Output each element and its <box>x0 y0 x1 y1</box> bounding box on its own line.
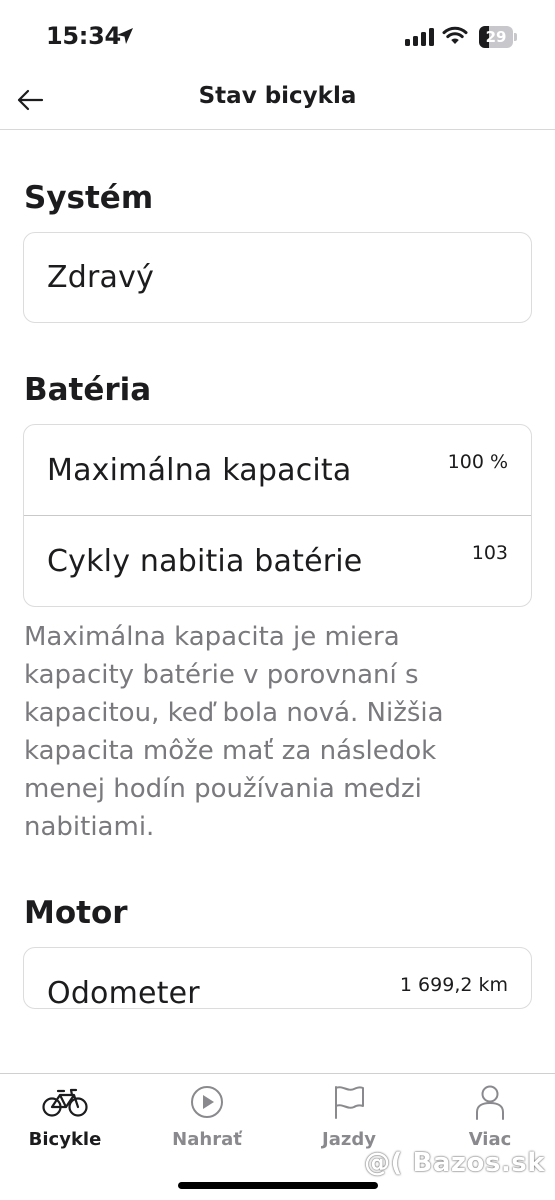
play-icon <box>191 1086 223 1118</box>
system-status-row: Zdravý <box>24 233 531 322</box>
status-bar: 15:34 29 <box>0 0 555 74</box>
odometer-value: 1 699,2 km <box>399 974 508 996</box>
wifi-icon <box>442 26 468 44</box>
home-indicator <box>178 1182 378 1189</box>
section-title-system: Systém <box>24 180 154 216</box>
motor-card: Odometer 1 699,2 km <box>23 947 532 1009</box>
max-capacity-value: 100 % <box>447 451 508 473</box>
battery-icon: 29 <box>479 26 517 48</box>
charge-cycles-label: Cykly nabitia batérie <box>47 544 363 579</box>
tab-label-jazdy: Jazdy <box>322 1129 376 1150</box>
battery-row-max-capacity: Maximálna kapacita 100 % <box>24 425 531 515</box>
odometer-label: Odometer <box>47 976 200 1009</box>
tab-label-nahrat: Nahrať <box>172 1129 242 1150</box>
nav-header: Stav bicykla <box>0 74 555 130</box>
tab-nahrat[interactable]: Nahrať <box>142 1074 272 1164</box>
battery-card: Maximálna kapacita 100 % Cykly nabitia b… <box>23 424 532 607</box>
cellular-signal-icon <box>405 27 434 46</box>
location-arrow-icon <box>117 28 133 44</box>
charge-cycles-value: 103 <box>471 542 508 564</box>
tab-label-viac: Viac <box>468 1129 512 1150</box>
section-title-motor: Motor <box>24 895 128 931</box>
battery-row-charge-cycles: Cykly nabitia batérie 103 <box>24 515 531 605</box>
flag-icon <box>335 1086 364 1119</box>
system-status-label: Zdravý <box>47 260 155 295</box>
tab-bar: Bicykle Nahrať Jazdy Viac @( Bazos.sk <box>0 1073 555 1200</box>
page-title: Stav bicykla <box>198 83 357 109</box>
tab-label-bicykle: Bicykle <box>28 1129 102 1150</box>
section-title-battery: Batéria <box>24 372 152 408</box>
system-card: Zdravý <box>23 232 532 323</box>
watermark: @( Bazos.sk <box>364 1148 545 1178</box>
max-capacity-label: Maximálna kapacita <box>47 453 352 488</box>
battery-capacity-note: Maximálna kapacita je miera kapacity bat… <box>24 622 444 842</box>
person-icon <box>476 1085 504 1120</box>
tab-bicykle[interactable]: Bicykle <box>0 1074 130 1164</box>
motor-row-odometer: Odometer 1 699,2 km <box>24 948 531 1009</box>
bicycle-icon <box>42 1088 88 1117</box>
status-time: 15:34 <box>46 22 121 50</box>
battery-level: 29 <box>485 28 507 46</box>
